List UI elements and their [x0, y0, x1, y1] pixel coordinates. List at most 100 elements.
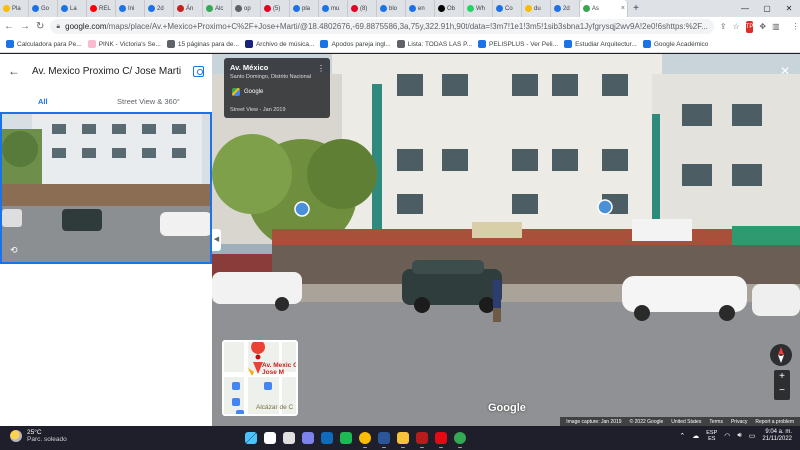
browser-tab[interactable]: Wh: [464, 0, 493, 17]
chrome-profile-app-icon[interactable]: [453, 429, 467, 448]
mail-app-icon[interactable]: [320, 429, 334, 447]
bookmarks-bar: Calculadora para Pe... PINK - Victoria's …: [0, 36, 800, 53]
browser-tab[interactable]: REL: [87, 0, 116, 17]
tab-favicon-icon: [322, 5, 329, 12]
tab-label: op: [244, 5, 251, 12]
zoom-out-button[interactable]: −: [774, 385, 790, 396]
maximize-button[interactable]: ▢: [756, 0, 778, 17]
browser-tab[interactable]: 2d: [145, 0, 174, 17]
bookmark-star-icon[interactable]: ☆: [733, 21, 740, 33]
browser-tab[interactable]: (5): [261, 0, 290, 17]
reload-button[interactable]: ↻: [36, 21, 44, 32]
report-problem-link[interactable]: Report a problem: [755, 419, 794, 425]
browser-tab[interactable]: mu: [319, 0, 348, 17]
puzzle-icon[interactable]: ✥: [759, 21, 766, 33]
tab-favicon-icon: [264, 5, 271, 12]
bookmark-item[interactable]: PINK - Victoria's Se...: [87, 40, 161, 48]
task-view-app-icon[interactable]: [282, 429, 296, 447]
tab-favicon-icon: [351, 5, 358, 12]
browser-tab[interactable]: Án: [174, 0, 203, 17]
bookmark-item[interactable]: Estudiar Arquitectur...: [564, 40, 637, 48]
browser-tab[interactable]: Alc: [203, 0, 232, 17]
compass-control[interactable]: [770, 344, 792, 366]
street-view-pane[interactable]: ◀ Av. México Santo Domingo, Distrito Nac…: [212, 54, 800, 426]
browser-tab[interactable]: Co: [493, 0, 522, 17]
url-text[interactable]: google.com/maps/place/Av.+Mexico+Proximo…: [65, 22, 708, 31]
privacy-link[interactable]: Privacy: [731, 419, 747, 425]
share-icon[interactable]: ⇪: [720, 21, 727, 33]
chevron-up-icon[interactable]: ⌃: [679, 432, 685, 440]
url-host: google.com: [65, 22, 107, 31]
region-link[interactable]: United States: [671, 419, 701, 425]
weather-widget[interactable]: 25°C Parc. soleado: [10, 429, 67, 443]
close-window-button[interactable]: ✕: [778, 0, 800, 17]
back-arrow-icon[interactable]: ←: [8, 64, 20, 78]
browser-tab[interactable]: 2d: [551, 0, 580, 17]
extension-icon[interactable]: TP: [745, 20, 754, 33]
address-bar[interactable]: 🔒︎ google.com/maps/place/Av.+Mexico+Prox…: [50, 19, 714, 34]
browser-tab[interactable]: Pla: [0, 0, 29, 17]
zoom-in-button[interactable]: +: [774, 371, 790, 382]
battery-icon[interactable]: ▭: [749, 432, 756, 440]
add-photo-icon[interactable]: [193, 65, 204, 77]
minimap[interactable]: Av. Mexic C/ Jose M Alcázar de C: [222, 340, 298, 416]
more-options-icon[interactable]: ⋮: [317, 64, 325, 73]
search-app-icon[interactable]: [263, 429, 277, 447]
collapse-panel-button[interactable]: ◀: [212, 229, 221, 251]
browser-tab[interactable]: (8): [348, 0, 377, 17]
bookmark-item[interactable]: 15 páginas para de...: [166, 40, 239, 48]
bookmark-item[interactable]: Lista: TODAS LAS P...: [396, 40, 472, 48]
cloud-icon[interactable]: ☁: [692, 432, 699, 440]
volume-icon[interactable]: 🔊︎: [737, 432, 741, 440]
tab-all[interactable]: All: [38, 97, 48, 106]
bookmark-favicon-icon: [396, 40, 405, 48]
teams-app-icon[interactable]: [301, 429, 315, 447]
bookmark-item[interactable]: Google Académico: [642, 40, 708, 48]
google-maps-link[interactable]: Google: [232, 88, 263, 96]
start-app-icon[interactable]: [244, 429, 258, 447]
app-red-app-icon[interactable]: [415, 429, 429, 448]
system-tray: ⌃ ☁ ESP ES ◠ 🔊︎ ▭ 9:04 a. m. 21/11/2022: [679, 429, 792, 443]
browser-tab[interactable]: Go: [29, 0, 58, 17]
minimap-place-label: Av. Mexic C/ Jose M: [262, 362, 298, 376]
street-view-thumbnail[interactable]: ⟲: [0, 112, 212, 264]
tab-street-view[interactable]: Street View & 360°: [117, 97, 180, 106]
netflix-app-icon[interactable]: [434, 429, 448, 448]
chrome-app-icon[interactable]: [358, 429, 372, 448]
bookmark-item[interactable]: Apodos pareja ingl...: [320, 40, 391, 48]
browser-tab[interactable]: op: [232, 0, 261, 17]
close-street-view-icon[interactable]: ✕: [780, 64, 790, 78]
browser-tab[interactable]: en: [406, 0, 435, 17]
close-tab-icon[interactable]: ×: [621, 5, 625, 12]
clock-time: 9:04 a. m.: [765, 429, 792, 435]
minimize-button[interactable]: —: [734, 0, 756, 17]
bookmark-item[interactable]: PELISPLUS - Ver Peli...: [478, 40, 558, 48]
spotify-app-icon[interactable]: [339, 429, 353, 447]
browser-tab[interactable]: pla: [290, 0, 319, 17]
new-tab-button[interactable]: +: [628, 3, 644, 14]
word-app-icon[interactable]: [377, 429, 391, 448]
terms-link[interactable]: Terms: [709, 419, 723, 425]
wifi-icon[interactable]: ◠: [724, 432, 730, 440]
clock[interactable]: 9:04 a. m. 21/11/2022: [762, 429, 792, 443]
weather-description: Parc. soleado: [27, 436, 67, 443]
bookmark-label: Estudiar Arquitectur...: [575, 40, 637, 48]
browser-tab[interactable]: La: [58, 0, 87, 17]
browser-tab[interactable]: du: [522, 0, 551, 17]
chrome-profile-glyph: [454, 432, 466, 444]
sidebar-icon[interactable]: ▥: [772, 21, 780, 33]
bookmark-favicon-icon: [564, 40, 573, 48]
language-indicator[interactable]: ESP ES: [706, 430, 717, 443]
bookmark-item[interactable]: Calculadora para Pe...: [6, 40, 82, 48]
back-button[interactable]: ←: [4, 21, 14, 32]
forward-button[interactable]: →: [20, 21, 30, 32]
browser-tab[interactable]: Ini: [116, 0, 145, 17]
file-explorer-app-icon[interactable]: [396, 429, 410, 448]
menu-icon[interactable]: ⋮: [792, 21, 800, 33]
tab-label: REL: [99, 5, 111, 12]
bookmark-item[interactable]: Archivo de música...: [244, 40, 314, 48]
browser-tab[interactable]: Ob: [435, 0, 464, 17]
browser-tab[interactable]: As ×: [580, 0, 628, 17]
tab-favicon-icon: [3, 5, 10, 12]
browser-tab[interactable]: blo: [377, 0, 406, 17]
